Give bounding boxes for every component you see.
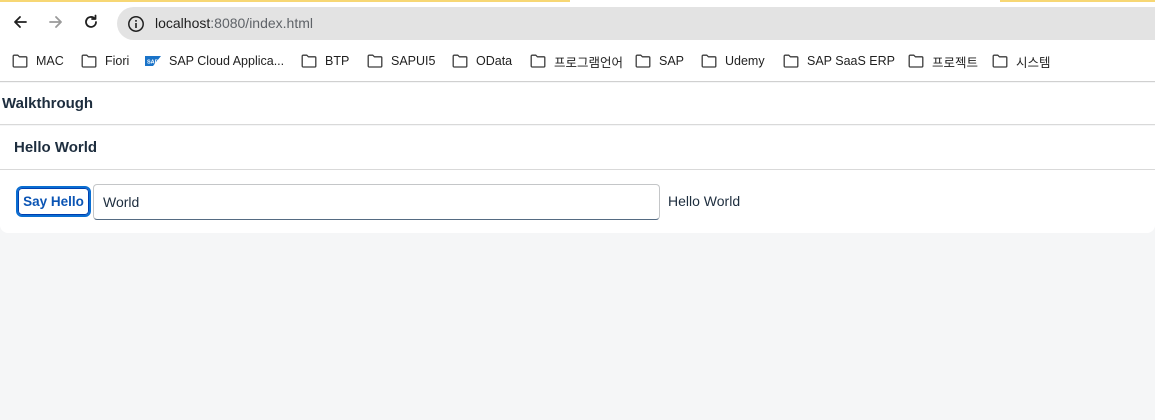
url-text[interactable]: localhost:8080/index.html [155, 15, 313, 31]
bookmark-label: 프로그램언어 [554, 55, 624, 70]
bookmark-item[interactable]: 프로그램언어 [530, 51, 623, 71]
greeting-text: Hello World [668, 193, 741, 209]
bookmark-item[interactable]: OData [452, 51, 512, 71]
forward-button[interactable] [43, 9, 69, 35]
page-header: Walkthrough [0, 83, 1155, 125]
folder-icon [367, 54, 383, 68]
folder-icon [452, 54, 468, 68]
reload-icon [85, 14, 97, 28]
bookmark-item[interactable]: BTP [301, 51, 349, 71]
folder-icon [81, 54, 97, 68]
bookmark-label: Fiori [105, 54, 130, 68]
back-button[interactable] [7, 9, 33, 35]
arrow-left-icon [14, 16, 27, 28]
bookmark-item[interactable]: SAP [635, 51, 684, 71]
bookmark-label: 프로젝트 [932, 55, 979, 70]
sap-logo-icon: SAP [145, 56, 161, 66]
bookmark-item[interactable]: MAC [12, 51, 64, 71]
url-path: :8080/index.html [210, 15, 313, 31]
folder-icon [701, 54, 717, 68]
bookmark-item[interactable]: SAP SAP Cloud Applica... [145, 51, 284, 71]
bookmark-label: SAP [659, 54, 685, 68]
svg-text:SAP: SAP [147, 60, 159, 66]
folder-icon [908, 54, 924, 68]
name-input[interactable] [93, 184, 660, 220]
bookmark-label: BTP [325, 54, 350, 68]
bookmarks-bar: MAC Fiori SAP SAP Cloud Applica... BTP SAPUI5… [0, 47, 1155, 75]
bookmark-label: 시스템 [1016, 55, 1051, 70]
folder-icon [301, 54, 317, 68]
bookmark-label: MAC [36, 54, 64, 68]
bookmark-label: OData [476, 54, 513, 68]
browser-toolbar: localhost:8080/index.html [0, 3, 1155, 43]
address-bar[interactable]: localhost:8080/index.html [117, 7, 1155, 40]
say-hello-button[interactable]: Say Hello [16, 186, 91, 217]
bookmark-label: SAP Cloud Applica... [169, 54, 285, 68]
url-host: localhost [155, 15, 211, 31]
folder-icon [12, 54, 28, 68]
arrow-right-icon [49, 16, 62, 28]
bookmark-item[interactable]: SAP SaaS ERP [783, 51, 895, 71]
panel-title: Hello World [14, 139, 98, 156]
folder-icon [635, 54, 651, 68]
folder-icon [992, 54, 1008, 68]
loading-indicator-tail [1000, 0, 1155, 2]
bookmark-item[interactable]: Udemy [701, 51, 765, 71]
page-title: Walkthrough [2, 95, 94, 112]
bookmark-item[interactable]: Fiori [81, 51, 129, 71]
reload-button[interactable] [78, 9, 104, 35]
bookmark-item[interactable]: 프로젝트 [908, 51, 978, 71]
bookmark-label: Udemy [725, 54, 765, 68]
site-info-icon[interactable] [127, 15, 145, 33]
bookmark-label: SAPUI5 [391, 54, 436, 68]
loading-indicator [0, 0, 570, 2]
browser-chrome: localhost:8080/index.html MAC Fiori SAP SAP… [0, 0, 1155, 82]
panel-header: Hello World [0, 126, 1155, 170]
folder-icon [783, 54, 799, 68]
folder-icon [530, 54, 546, 68]
bookmark-item[interactable]: 시스템 [992, 51, 1051, 71]
bookmark-label: SAP SaaS ERP [807, 54, 896, 68]
bookmark-item[interactable]: SAPUI5 [367, 51, 435, 71]
